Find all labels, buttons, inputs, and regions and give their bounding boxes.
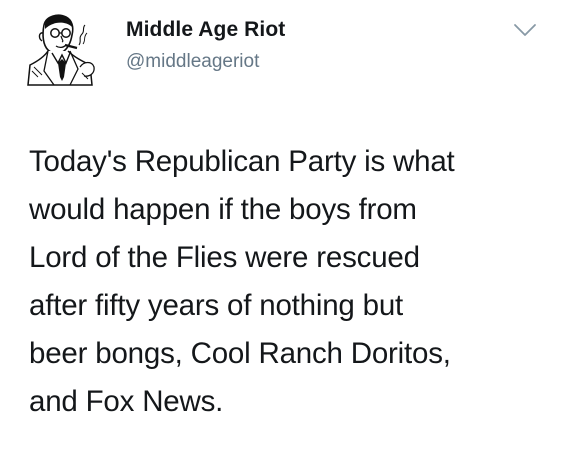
tweet-text-line: Lord of the Flies were rescued bbox=[29, 241, 420, 274]
tweet-menu-button[interactable] bbox=[513, 22, 537, 38]
tweet-text-line: Today's Republican Party is what bbox=[29, 145, 455, 178]
tweet-text: Today's Republican Party is what would h… bbox=[29, 138, 549, 426]
tweet-card: Middle Age Riot @middleageriot Today's R… bbox=[0, 0, 563, 455]
avatar[interactable] bbox=[22, 11, 116, 87]
man-with-cigar-icon bbox=[27, 14, 95, 86]
tweet-text-line: would happen if the boys from bbox=[29, 193, 417, 226]
chevron-down-icon bbox=[514, 24, 536, 36]
tweet-text-line: and Fox News. bbox=[29, 385, 224, 418]
tweet-text-line: beer bongs, Cool Ranch Doritos, bbox=[29, 337, 451, 370]
author-name[interactable]: Middle Age Riot bbox=[126, 18, 285, 42]
author-handle[interactable]: @middleageriot bbox=[126, 51, 259, 73]
tweet-text-line: after fifty years of nothing but bbox=[29, 289, 404, 322]
